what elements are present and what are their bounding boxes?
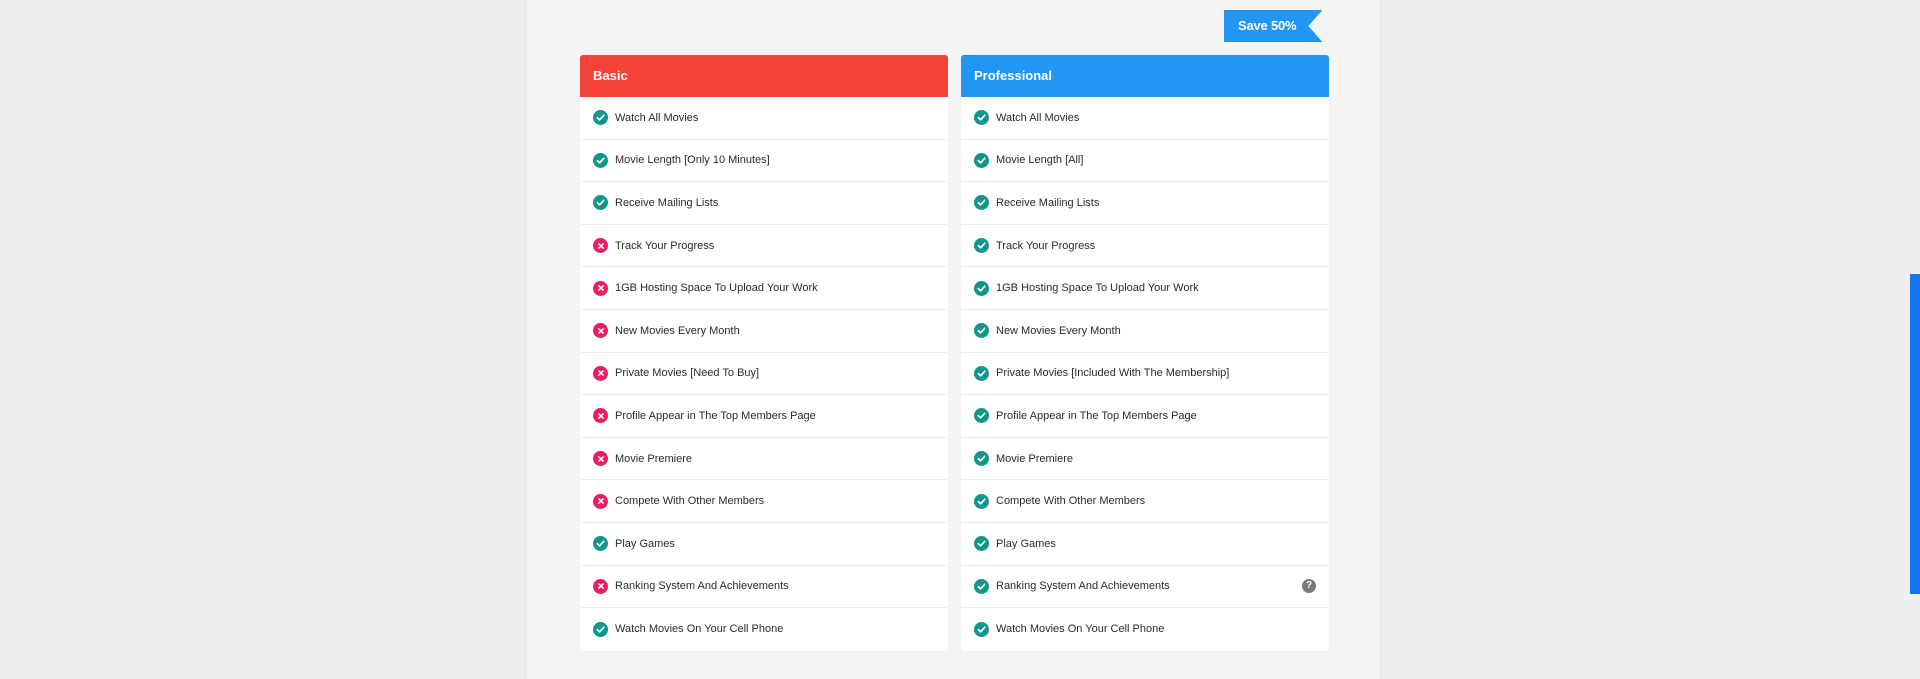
scrollbar-thumb[interactable] [1910, 274, 1920, 594]
x-circle-icon [593, 280, 608, 296]
feature-label: Compete With Other Members [615, 495, 765, 508]
feature-row: Movie Premiere [961, 438, 1329, 481]
feature-row: Ranking System And Achievements? [961, 566, 1329, 609]
feature-label: Track Your Progress [615, 239, 715, 252]
feature-label: Movie Premiere [996, 452, 1074, 465]
plan-professional: Professional Watch All Movies Movie Lengt… [961, 55, 1329, 651]
feature-row: Private Movies [Need To Buy] [580, 353, 948, 396]
plan-basic: Basic Watch All Movies Movie Length [Only… [580, 55, 948, 651]
save-badge: Save 50% [1224, 10, 1322, 42]
check-circle-icon [593, 152, 608, 168]
feature-row: 1GB Hosting Space To Upload Your Work [961, 267, 1329, 310]
check-circle-icon [974, 323, 989, 339]
check-circle-icon [974, 195, 989, 211]
feature-row: Profile Appear in The Top Members Page [580, 395, 948, 438]
check-circle-icon [593, 536, 608, 552]
check-circle-icon [974, 493, 989, 509]
plan-title: Basic [580, 55, 948, 97]
feature-row: Track Your Progress [961, 225, 1329, 268]
feature-row: New Movies Every Month [961, 310, 1329, 353]
feature-label: 1GB Hosting Space To Upload Your Work [996, 282, 1199, 295]
feature-label: Track Your Progress [996, 239, 1096, 252]
x-circle-icon [593, 451, 608, 467]
feature-row: Ranking System And Achievements [580, 566, 948, 609]
feature-label: Receive Mailing Lists [615, 196, 719, 209]
feature-label: Play Games [615, 537, 675, 550]
check-circle-icon [593, 195, 608, 211]
feature-row: Receive Mailing Lists [580, 182, 948, 225]
feature-row: Profile Appear in The Top Members Page [961, 395, 1329, 438]
feature-label: Profile Appear in The Top Members Page [615, 409, 816, 422]
x-circle-icon [593, 408, 608, 424]
feature-label: 1GB Hosting Space To Upload Your Work [615, 282, 818, 295]
feature-row: Watch Movies On Your Cell Phone [580, 608, 948, 651]
feature-row: Watch Movies On Your Cell Phone [961, 608, 1329, 651]
feature-row: Compete With Other Members [580, 480, 948, 523]
feature-label: Watch All Movies [996, 111, 1080, 124]
feature-label: Compete With Other Members [996, 495, 1146, 508]
feature-row: Receive Mailing Lists [961, 182, 1329, 225]
feature-list: Watch All Movies Movie Length [All] Receiv… [961, 97, 1329, 651]
check-circle-icon [974, 280, 989, 296]
feature-label: Receive Mailing Lists [996, 196, 1100, 209]
check-circle-icon [974, 365, 989, 381]
feature-row: Play Games [580, 523, 948, 566]
plan-title: Professional [961, 55, 1329, 97]
check-circle-icon [974, 451, 989, 467]
feature-label: Profile Appear in The Top Members Page [996, 409, 1197, 422]
feature-label: Movie Length [Only 10 Minutes] [615, 154, 770, 167]
feature-label: Play Games [996, 537, 1056, 550]
feature-row: Track Your Progress [580, 225, 948, 268]
check-circle-icon [974, 110, 989, 126]
feature-label: Watch Movies On Your Cell Phone [996, 623, 1165, 636]
feature-row: Watch All Movies [580, 97, 948, 140]
feature-label: Private Movies [Included With The Member… [996, 367, 1230, 380]
question-circle-icon[interactable]: ? [1302, 579, 1316, 594]
feature-label: Ranking System And Achievements [615, 580, 789, 593]
feature-row: Play Games [961, 523, 1329, 566]
check-circle-icon [974, 536, 989, 552]
check-circle-icon [974, 621, 989, 637]
check-circle-icon [593, 621, 608, 637]
x-circle-icon [593, 365, 608, 381]
x-circle-icon [593, 493, 608, 509]
check-circle-icon [974, 408, 989, 424]
feature-row: Movie Length [All] [961, 140, 1329, 183]
feature-label: Movie Premiere [615, 452, 693, 465]
feature-row: Watch All Movies [961, 97, 1329, 140]
x-circle-icon [593, 323, 608, 339]
x-circle-icon [593, 238, 608, 254]
feature-label: Movie Length [All] [996, 154, 1084, 167]
check-circle-icon [593, 110, 608, 126]
feature-row: 1GB Hosting Space To Upload Your Work [580, 267, 948, 310]
check-circle-icon [974, 238, 989, 254]
feature-row: Movie Length [Only 10 Minutes] [580, 140, 948, 183]
feature-row: Private Movies [Included With The Member… [961, 353, 1329, 396]
feature-label: Watch All Movies [615, 111, 699, 124]
check-circle-icon [974, 152, 989, 168]
feature-label: Ranking System And Achievements [996, 580, 1170, 593]
feature-label: Watch Movies On Your Cell Phone [615, 623, 784, 636]
feature-label: New Movies Every Month [615, 324, 740, 337]
feature-list: Watch All Movies Movie Length [Only 10 Mi… [580, 97, 948, 651]
feature-label: New Movies Every Month [996, 324, 1121, 337]
feature-row: Movie Premiere [580, 438, 948, 481]
feature-label: Private Movies [Need To Buy] [615, 367, 760, 380]
feature-row: Compete With Other Members [961, 480, 1329, 523]
x-circle-icon [593, 578, 608, 594]
feature-row: New Movies Every Month [580, 310, 948, 353]
check-circle-icon [974, 578, 989, 594]
